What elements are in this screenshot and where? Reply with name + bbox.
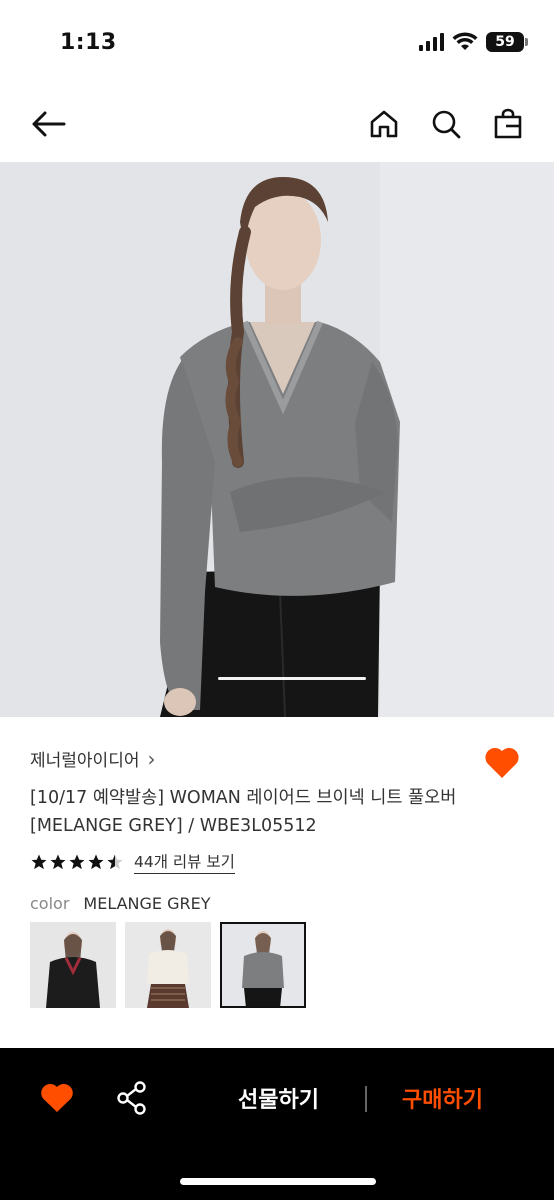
half-star-icon	[107, 854, 123, 870]
color-label: color	[30, 894, 70, 913]
thumbnail-ivory[interactable]	[125, 922, 211, 1008]
status-bar: 1:13 59	[0, 0, 554, 86]
buy-button[interactable]: 구매하기	[402, 1082, 483, 1114]
chevron-right-icon: ›	[147, 746, 156, 771]
carousel-indicator	[218, 677, 366, 680]
gift-button[interactable]: 선물하기	[238, 1082, 319, 1114]
star-icon	[69, 854, 85, 870]
battery-icon: 59	[486, 32, 528, 52]
color-thumbnails	[30, 922, 306, 1008]
nav-actions	[364, 104, 528, 144]
brand-link[interactable]: 제너럴아이디어 ›	[30, 746, 156, 772]
share-icon[interactable]	[116, 1080, 148, 1116]
rating-row: 44개 리뷰 보기	[30, 850, 235, 874]
model-illustration	[0, 162, 554, 717]
back-button[interactable]	[28, 104, 68, 144]
heart-icon[interactable]	[484, 746, 520, 780]
color-value: MELANGE GREY	[83, 894, 211, 913]
product-hero-image[interactable]	[0, 162, 554, 717]
shopping-bag-icon	[494, 108, 522, 139]
review-link[interactable]: 44개 리뷰 보기	[134, 850, 235, 874]
status-icons: 59	[419, 32, 528, 52]
back-arrow-icon	[32, 111, 66, 137]
status-time: 1:13	[60, 30, 117, 55]
star-icon	[31, 854, 47, 870]
brand-name: 제너럴아이디어	[30, 751, 140, 771]
star-rating	[30, 853, 124, 871]
search-icon	[432, 110, 461, 139]
star-icon	[50, 854, 66, 870]
thumbnail-black[interactable]	[30, 922, 116, 1008]
divider	[365, 1086, 367, 1112]
signal-icon	[419, 33, 444, 51]
home-indicator[interactable]	[180, 1178, 376, 1185]
cart-button[interactable]	[488, 104, 528, 144]
thumbnail-image	[125, 922, 211, 1008]
thumbnail-image	[30, 922, 116, 1008]
battery-level: 59	[495, 34, 515, 50]
bottom-action-bar: 선물하기 구매하기	[0, 1048, 554, 1200]
thumbnail-image	[220, 922, 306, 1008]
product-title: [10/17 예약발송] WOMAN 레이어드 브이넥 니트 풀오버 [MELA…	[30, 788, 457, 836]
star-icon	[88, 854, 104, 870]
color-row: color MELANGE GREY	[30, 894, 211, 913]
thumbnail-melange-grey[interactable]	[220, 922, 306, 1008]
home-button[interactable]	[364, 104, 404, 144]
nav-bar	[0, 86, 554, 162]
search-button[interactable]	[426, 104, 466, 144]
wifi-icon	[452, 32, 478, 50]
heart-icon[interactable]	[40, 1082, 74, 1114]
home-icon	[370, 110, 398, 138]
